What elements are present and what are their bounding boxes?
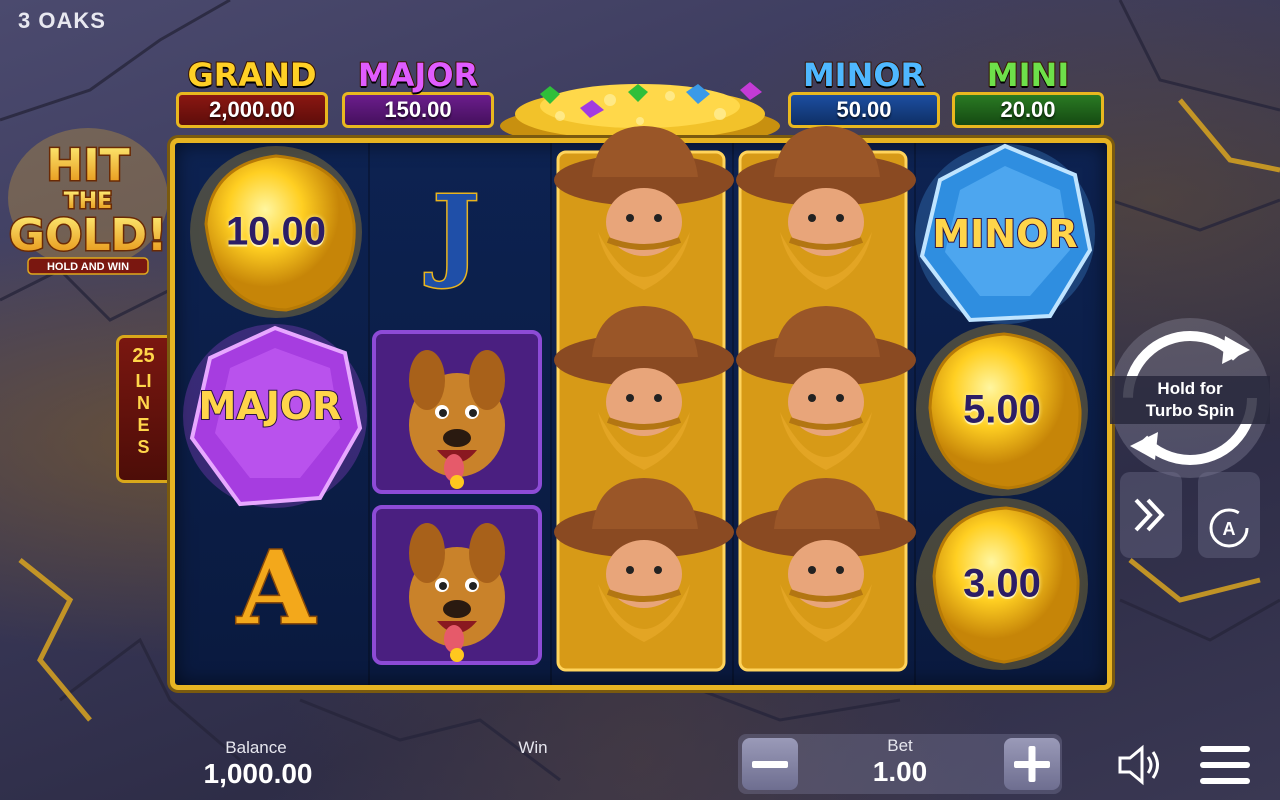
dog-icon	[372, 505, 542, 665]
prospector-icon	[734, 126, 918, 672]
bet-value: 1.00	[872, 756, 928, 787]
jackpot-major-value: 150.00	[342, 92, 494, 128]
bet-decrease-button[interactable]	[742, 738, 798, 790]
card-j-letter: J	[431, 172, 481, 293]
gem-major-symbol: MAJOR	[180, 318, 367, 508]
jackpot-mini-value: 20.00	[952, 92, 1104, 128]
gold-nugget-symbol: 5.00	[912, 322, 1092, 498]
turbo-hint-line-1: Hold for	[1157, 379, 1223, 398]
sound-button[interactable]	[1112, 740, 1164, 790]
gem-major-label: MAJOR	[198, 383, 343, 429]
gem-minor-label: MINOR	[931, 211, 1078, 257]
quick-spin-button[interactable]	[1120, 472, 1182, 558]
hit-the-gold-logo: HIT THE GOLD! HOLD AND WIN	[7, 128, 169, 275]
logo-line-3: GOLD!	[9, 210, 167, 261]
bet-increase-button[interactable]	[1004, 738, 1060, 790]
autoplay-button[interactable]: A	[1198, 472, 1260, 558]
gold-nugget-symbol: 3.00	[912, 496, 1092, 672]
card-a-letter: A	[236, 528, 317, 649]
speaker-icon	[1118, 744, 1159, 786]
card-a-symbol: A	[186, 500, 366, 676]
jackpot-grand-value: 2,000.00	[176, 92, 328, 128]
hamburger-menu-icon	[1200, 746, 1250, 784]
paylines-word: LINES	[135, 371, 152, 457]
jackpot-grand-title: GRAND	[186, 56, 317, 94]
plus-icon	[1014, 746, 1050, 782]
jackpot-major: MAJOR 150.00	[338, 56, 498, 132]
prospector-stack-reel-4	[734, 122, 918, 682]
jackpot-mini: MINI 20.00	[948, 56, 1108, 132]
dog-symbol	[372, 505, 542, 665]
dog-symbol	[372, 330, 542, 494]
win-label: Win	[518, 738, 548, 757]
turbo-hint-line-2: Turbo Spin	[1145, 401, 1235, 420]
gold-value-5: 5.00	[963, 387, 1041, 432]
paylines-badge: 25 LINES	[116, 335, 168, 483]
card-j-symbol: J	[366, 144, 546, 320]
logo-line-1: HIT	[46, 140, 129, 191]
jackpot-major-title: MAJOR	[357, 56, 479, 94]
jackpot-minor: MINOR 50.00	[784, 56, 944, 132]
jackpot-grand: GRAND 2,000.00	[172, 56, 332, 132]
prospector-stack-reel-3	[552, 122, 736, 682]
paylines-count: 25	[132, 345, 155, 367]
svg-text:A: A	[1223, 519, 1236, 539]
gem-minor-symbol: MINOR	[910, 140, 1100, 328]
turbo-spin-hint: Hold for Turbo Spin	[1110, 376, 1270, 424]
fast-forward-icon	[1134, 498, 1165, 532]
minus-icon	[752, 761, 788, 768]
logo-tagline: HOLD AND WIN	[47, 261, 129, 273]
gold-nugget-symbol: 10.00	[186, 144, 366, 320]
dog-icon	[372, 330, 542, 494]
balance-value: 1,000.00	[203, 758, 313, 789]
gold-value-10: 10.00	[225, 209, 327, 254]
bet-label: Bet	[887, 736, 913, 755]
jackpot-minor-title: MINOR	[802, 56, 926, 94]
gold-value-3: 3.00	[963, 561, 1041, 606]
prospector-icon	[552, 126, 736, 672]
menu-button[interactable]	[1198, 742, 1252, 788]
jackpot-mini-title: MINI	[986, 56, 1070, 94]
balance-label: Balance	[225, 738, 287, 757]
autoplay-icon: A	[1209, 508, 1249, 548]
provider-logo: 3 OAKS	[18, 8, 106, 33]
